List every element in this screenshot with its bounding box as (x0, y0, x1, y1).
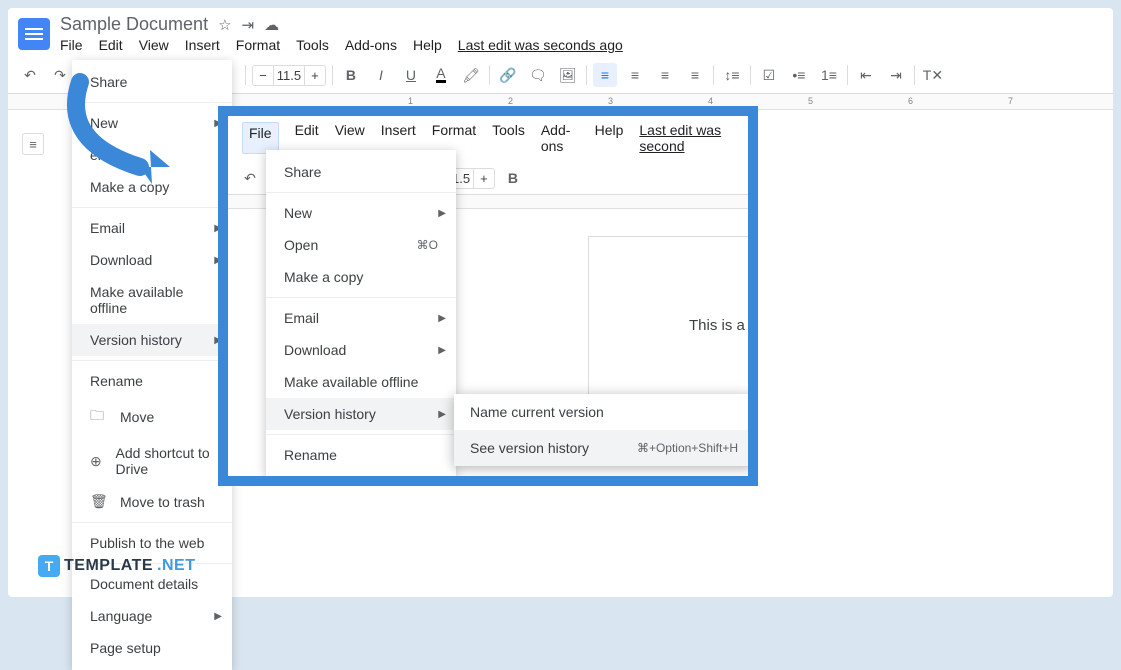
align-right-button[interactable]: ≡ (653, 63, 677, 87)
separator (914, 65, 915, 85)
separator (332, 65, 333, 85)
highlight-button[interactable]: 🖍 (459, 63, 483, 87)
submenu-name-current-version[interactable]: Name current version (454, 394, 754, 430)
menu-item-version-history[interactable]: Version history▶ (72, 324, 232, 356)
docs-logo-icon[interactable] (18, 18, 50, 50)
ruler-mark: 7 (1008, 96, 1013, 106)
header: Sample Document ☆ ⇥ ☁ File Edit View Ins… (8, 8, 1113, 53)
ruler-mark: 2 (508, 96, 513, 106)
inset-item-make-copy[interactable]: Make a copy (266, 261, 456, 293)
menu-view[interactable]: View (139, 37, 169, 53)
inset-menu-help[interactable]: Help (595, 122, 624, 154)
separator (750, 65, 751, 85)
line-spacing-button[interactable]: ↕≡ (720, 63, 744, 87)
titlebar: Sample Document ☆ ⇥ ☁ File Edit View Ins… (60, 14, 623, 53)
inset-item-download[interactable]: Download▶ (266, 334, 456, 366)
outline-toggle-icon[interactable]: ≡ (22, 133, 44, 155)
align-left-button[interactable]: ≡ (593, 63, 617, 87)
checklist-button[interactable]: ☑ (757, 63, 781, 87)
insert-comment-button[interactable]: 🗨 (526, 63, 550, 87)
ruler-mark: 6 (908, 96, 913, 106)
align-justify-button[interactable]: ≡ (683, 63, 707, 87)
text-color-button[interactable]: A (429, 63, 453, 87)
font-size-increase[interactable]: + (305, 68, 325, 83)
star-icon[interactable]: ☆ (218, 16, 231, 34)
inset-item-open[interactable]: Open⌘O (266, 229, 456, 261)
inset-menu-addons[interactable]: Add-ons (541, 122, 579, 154)
menu-format[interactable]: Format (236, 37, 280, 53)
version-history-submenu: Name current version See version history… (454, 394, 754, 466)
menu-help[interactable]: Help (413, 37, 442, 53)
font-size-decrease[interactable]: − (253, 68, 273, 83)
trash-icon: 🗑 (90, 493, 108, 510)
inset-menu-tools[interactable]: Tools (492, 122, 525, 154)
menu-item-page-setup[interactable]: Page setup (72, 632, 232, 664)
menu-item-rename[interactable]: Rename (72, 360, 232, 397)
insert-link-button[interactable]: 🔗 (496, 63, 520, 87)
italic-button[interactable]: I (369, 63, 393, 87)
separator (586, 65, 587, 85)
inset-page: This is a (588, 236, 758, 416)
bold-button[interactable]: B (339, 63, 363, 87)
watermark-text2: .NET (157, 557, 195, 575)
last-edit-link[interactable]: Last edit was seconds ago (458, 37, 623, 53)
watermark-icon: T (38, 555, 60, 577)
submenu-see-version-history[interactable]: See version history ⌘+Option+Shift+H (454, 430, 754, 466)
ruler-mark: 3 (608, 96, 613, 106)
inset-item-rename[interactable]: Rename (266, 434, 456, 471)
ruler-mark: 1 (408, 96, 413, 106)
drive-shortcut-icon: ⊕ (90, 453, 104, 470)
inset-file-menu: Share New▶ Open⌘O Make a copy Email▶ Dow… (266, 150, 456, 477)
menu-file[interactable]: File (60, 37, 83, 53)
inset-item-version-history[interactable]: Version history▶ (266, 398, 456, 430)
clear-formatting-button[interactable]: T✕ (921, 63, 945, 87)
numbered-list-button[interactable]: 1≡ (817, 63, 841, 87)
menubar: File Edit View Insert Format Tools Add-o… (60, 35, 623, 53)
inset-item-share[interactable]: Share (266, 156, 456, 188)
shortcut-label: ⌘+Option+Shift+H (637, 441, 738, 455)
move-folder-icon[interactable]: ⇥ (242, 16, 255, 34)
watermark-text: TEMPLATE (64, 557, 153, 575)
annotation-arrow-icon (50, 72, 220, 192)
cloud-status-icon: ☁ (264, 16, 279, 34)
font-size-value[interactable]: 11.5 (273, 66, 305, 85)
folder-icon: 🗀 (90, 405, 108, 429)
menu-addons[interactable]: Add-ons (345, 37, 397, 53)
menu-edit[interactable]: Edit (99, 37, 123, 53)
inset-item-new[interactable]: New▶ (266, 192, 456, 229)
menu-item-publish[interactable]: Publish to the web (72, 522, 232, 559)
menu-item-offline[interactable]: Make available offline (72, 276, 232, 324)
separator (713, 65, 714, 85)
separator (489, 65, 490, 85)
separator (245, 65, 246, 85)
bulleted-list-button[interactable]: •≡ (787, 63, 811, 87)
menu-tools[interactable]: Tools (296, 37, 329, 53)
menu-item-email[interactable]: Email▶ (72, 207, 232, 244)
decrease-indent-button[interactable]: ⇤ (854, 63, 878, 87)
ruler-mark: 5 (808, 96, 813, 106)
inset-bold-button[interactable]: B (501, 166, 525, 190)
menu-item-move[interactable]: 🗀Move (72, 397, 232, 437)
font-size-stepper[interactable]: − 11.5 + (252, 65, 326, 86)
inset-page-text: This is a (689, 317, 745, 334)
menu-item-add-shortcut[interactable]: ⊕Add shortcut to Drive (72, 437, 232, 485)
menu-item-trash[interactable]: 🗑Move to trash (72, 485, 232, 518)
menu-insert[interactable]: Insert (185, 37, 220, 53)
align-center-button[interactable]: ≡ (623, 63, 647, 87)
ruler-mark: 4 (708, 96, 713, 106)
font-size-increase[interactable]: + (474, 171, 494, 186)
insert-image-button[interactable]: 🖼 (556, 63, 580, 87)
document-title[interactable]: Sample Document (60, 14, 208, 35)
undo-button[interactable]: ↶ (18, 63, 42, 87)
inset-last-edit[interactable]: Last edit was second (639, 122, 734, 154)
menu-item-download[interactable]: Download▶ (72, 244, 232, 276)
inset-item-offline[interactable]: Make available offline (266, 366, 456, 398)
inset-undo-button[interactable]: ↶ (238, 166, 262, 190)
inset-panel: File Edit View Insert Format Tools Add-o… (218, 106, 758, 486)
watermark: T TEMPLATE.NET (38, 555, 195, 577)
inset-item-email[interactable]: Email▶ (266, 297, 456, 334)
underline-button[interactable]: U (399, 63, 423, 87)
increase-indent-button[interactable]: ⇥ (884, 63, 908, 87)
separator (847, 65, 848, 85)
